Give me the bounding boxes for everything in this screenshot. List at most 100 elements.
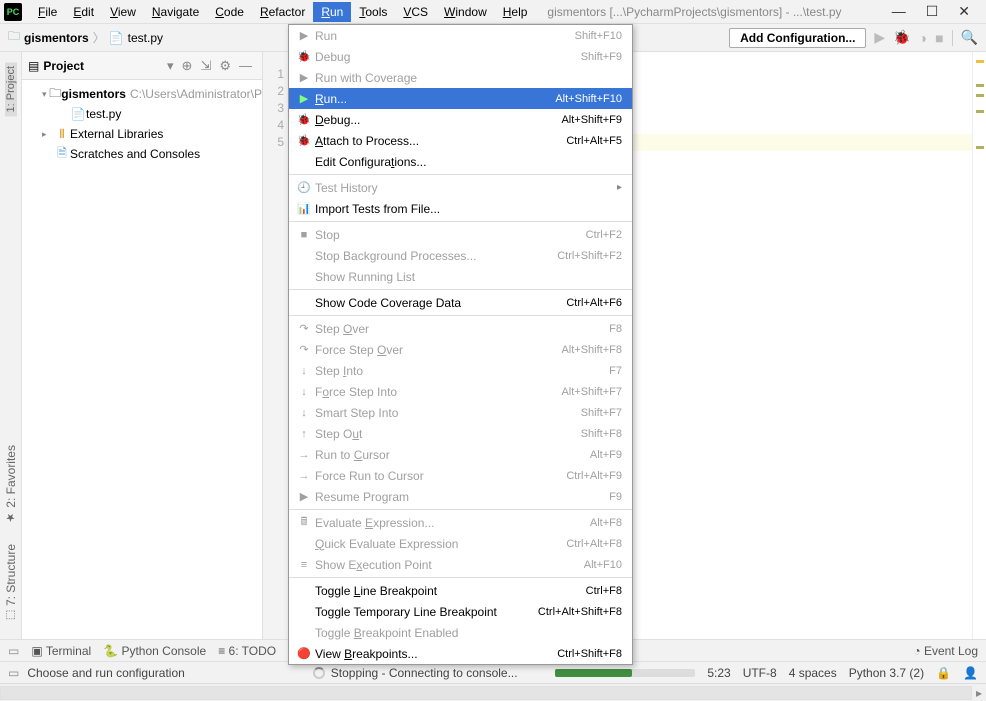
- status-tool-icon[interactable]: ▭: [8, 666, 19, 680]
- warning-marker[interactable]: [976, 60, 984, 63]
- minimize-icon[interactable]: —: [892, 3, 906, 20]
- progress-bar: [555, 669, 695, 677]
- menu-item-label: Debug...: [313, 113, 561, 127]
- menu-window[interactable]: Window: [436, 2, 495, 22]
- menu-item-force-run-to-cursor: →Force Run to CursorCtrl+Alt+F9: [289, 465, 632, 486]
- menu-item-shortcut: Shift+F7: [581, 407, 622, 419]
- collapse-tool-icon[interactable]: ▭: [8, 644, 19, 658]
- status-interpreter[interactable]: Python 3.7 (2): [849, 666, 924, 680]
- bug-icon: 🐞: [295, 134, 313, 147]
- menu-item-label: Toggle Line Breakpoint: [313, 584, 586, 598]
- coverage-icon[interactable]: ◑: [919, 30, 927, 46]
- menu-item-resume-program: ▶Resume ProgramF9: [289, 486, 632, 507]
- search-icon[interactable]: 🔍: [961, 29, 978, 46]
- weak-warning-marker[interactable]: [976, 146, 984, 149]
- menu-navigate[interactable]: Navigate: [144, 2, 207, 22]
- menu-icon: 🕘: [295, 181, 313, 194]
- hide-icon[interactable]: —: [239, 58, 252, 73]
- menu-item-shortcut: Ctrl+F2: [586, 229, 622, 241]
- menu-refactor[interactable]: Refactor: [252, 2, 313, 22]
- menu-edit[interactable]: Edit: [65, 2, 102, 22]
- tree-file[interactable]: 📄 test.py: [22, 104, 262, 124]
- menu-icon: ↷: [295, 322, 313, 335]
- menu-item-label: Run...: [313, 92, 555, 106]
- breadcrumb-project[interactable]: gismentors: [24, 31, 89, 45]
- tab-todo[interactable]: ≡ 6: TODO: [218, 644, 276, 658]
- menu-item-shortcut: Alt+F8: [590, 517, 622, 529]
- rail-project[interactable]: 1: Project: [5, 62, 17, 116]
- menu-tools[interactable]: Tools: [351, 2, 395, 22]
- menu-item-attach-to-process[interactable]: 🐞Attach to Process...Ctrl+Alt+F5: [289, 130, 632, 151]
- menu-item-toggle-temporary-line-breakpoint[interactable]: Toggle Temporary Line BreakpointCtrl+Alt…: [289, 601, 632, 622]
- menu-item-label: Stop: [313, 228, 586, 242]
- tree-external-libs[interactable]: ▸⫴ External Libraries: [22, 124, 262, 144]
- rail-favorites[interactable]: ★ 2: Favorites: [4, 441, 18, 528]
- menu-run[interactable]: Run: [313, 2, 351, 22]
- project-panel-title[interactable]: Project: [43, 59, 163, 73]
- menu-item-shortcut: Alt+F10: [584, 559, 622, 571]
- menu-item-shortcut: Alt+Shift+F10: [555, 93, 622, 105]
- run-icon[interactable]: ▶: [874, 29, 885, 46]
- menu-item-toggle-line-breakpoint[interactable]: Toggle Line BreakpointCtrl+F8: [289, 580, 632, 601]
- close-icon[interactable]: ✕: [958, 3, 970, 20]
- status-hint: Choose and run configuration: [27, 666, 184, 680]
- lock-icon[interactable]: 🔒: [936, 666, 951, 680]
- play-icon: ▶: [295, 92, 313, 105]
- horizontal-scrollbar[interactable]: ▸: [0, 683, 986, 701]
- menu-item-label: Toggle Temporary Line Breakpoint: [313, 605, 538, 619]
- menu-item-step-out: ↑Step OutShift+F8: [289, 423, 632, 444]
- menu-item-shortcut: F7: [609, 365, 622, 377]
- run-menu-dropdown: ▶RunShift+F10🐞DebugShift+F9▶Run with Cov…: [288, 24, 633, 665]
- menu-item-shortcut: Ctrl+Alt+F8: [566, 538, 622, 550]
- menu-file[interactable]: File: [30, 2, 65, 22]
- menu-item-shortcut: Ctrl+Shift+F2: [557, 250, 622, 262]
- chevron-down-icon[interactable]: ▾: [167, 58, 174, 74]
- menu-item-shortcut: Alt+Shift+F7: [561, 386, 622, 398]
- add-configuration-button[interactable]: Add Configuration...: [729, 28, 866, 48]
- stop-icon: ■: [295, 229, 313, 241]
- collapse-icon[interactable]: ⇲: [200, 58, 211, 74]
- gear-icon[interactable]: ⚙: [219, 58, 231, 74]
- menu-icon: ↓: [295, 407, 313, 419]
- menu-view[interactable]: View: [102, 2, 144, 22]
- tab-event-log[interactable]: ◔ Event Log: [913, 644, 978, 658]
- menu-item-stop-background-processes: Stop Background Processes...Ctrl+Shift+F…: [289, 245, 632, 266]
- status-indent[interactable]: 4 spaces: [789, 666, 837, 680]
- menu-code[interactable]: Code: [207, 2, 252, 22]
- tab-python-console[interactable]: 🐍 Python Console: [103, 644, 206, 658]
- menu-item-show-code-coverage-data[interactable]: Show Code Coverage DataCtrl+Alt+F6: [289, 292, 632, 313]
- menu-item-view-breakpoints[interactable]: 🔴View Breakpoints...Ctrl+Shift+F8: [289, 643, 632, 664]
- tree-scratches-label: Scratches and Consoles: [70, 147, 200, 161]
- locate-icon[interactable]: ⊕: [182, 58, 193, 74]
- menu-separator: [289, 174, 632, 175]
- weak-warning-marker[interactable]: [976, 110, 984, 113]
- menu-separator: [289, 509, 632, 510]
- window-controls: — ☐ ✕: [892, 3, 982, 20]
- debug-icon[interactable]: 🐞: [893, 29, 910, 46]
- status-caret-pos[interactable]: 5:23: [707, 666, 730, 680]
- menu-item-import-tests-from-file[interactable]: 📊Import Tests from File...: [289, 198, 632, 219]
- breadcrumb-file[interactable]: test.py: [128, 31, 163, 45]
- menu-help[interactable]: Help: [495, 2, 536, 22]
- project-view-icon: ▤: [28, 59, 39, 73]
- rail-structure[interactable]: ⬚ 7: Structure: [4, 540, 18, 626]
- status-encoding[interactable]: UTF-8: [743, 666, 777, 680]
- weak-warning-marker[interactable]: [976, 84, 984, 87]
- menu-item-run[interactable]: ▶Run...Alt+Shift+F10: [289, 88, 632, 109]
- menu-item-shortcut: Alt+Shift+F9: [561, 114, 622, 126]
- weak-warning-marker[interactable]: [976, 94, 984, 97]
- project-panel-header: ▤ Project ▾ ⊕ ⇲ ⚙ —: [22, 52, 262, 80]
- menu-item-edit-configurations[interactable]: Edit Configurations...: [289, 151, 632, 172]
- maximize-icon[interactable]: ☐: [926, 3, 939, 20]
- marker-strip: [972, 52, 986, 640]
- menu-vcs[interactable]: VCS: [395, 2, 436, 22]
- menu-item-label: Run with Coverage: [313, 71, 622, 85]
- stop-icon[interactable]: ■: [935, 30, 943, 46]
- tab-terminal[interactable]: ▣ Terminal: [31, 644, 91, 658]
- hector-icon[interactable]: 👤: [963, 666, 978, 680]
- tree-scratches[interactable]: 🗎 Scratches and Consoles: [22, 144, 262, 164]
- menu-item-label: Step Out: [313, 427, 581, 441]
- menu-item-debug[interactable]: 🐞Debug...Alt+Shift+F9: [289, 109, 632, 130]
- tree-root[interactable]: ▾🗀 gismentors C:\Users\Administrator\P: [22, 84, 262, 104]
- menu-icon: ↑: [295, 428, 313, 440]
